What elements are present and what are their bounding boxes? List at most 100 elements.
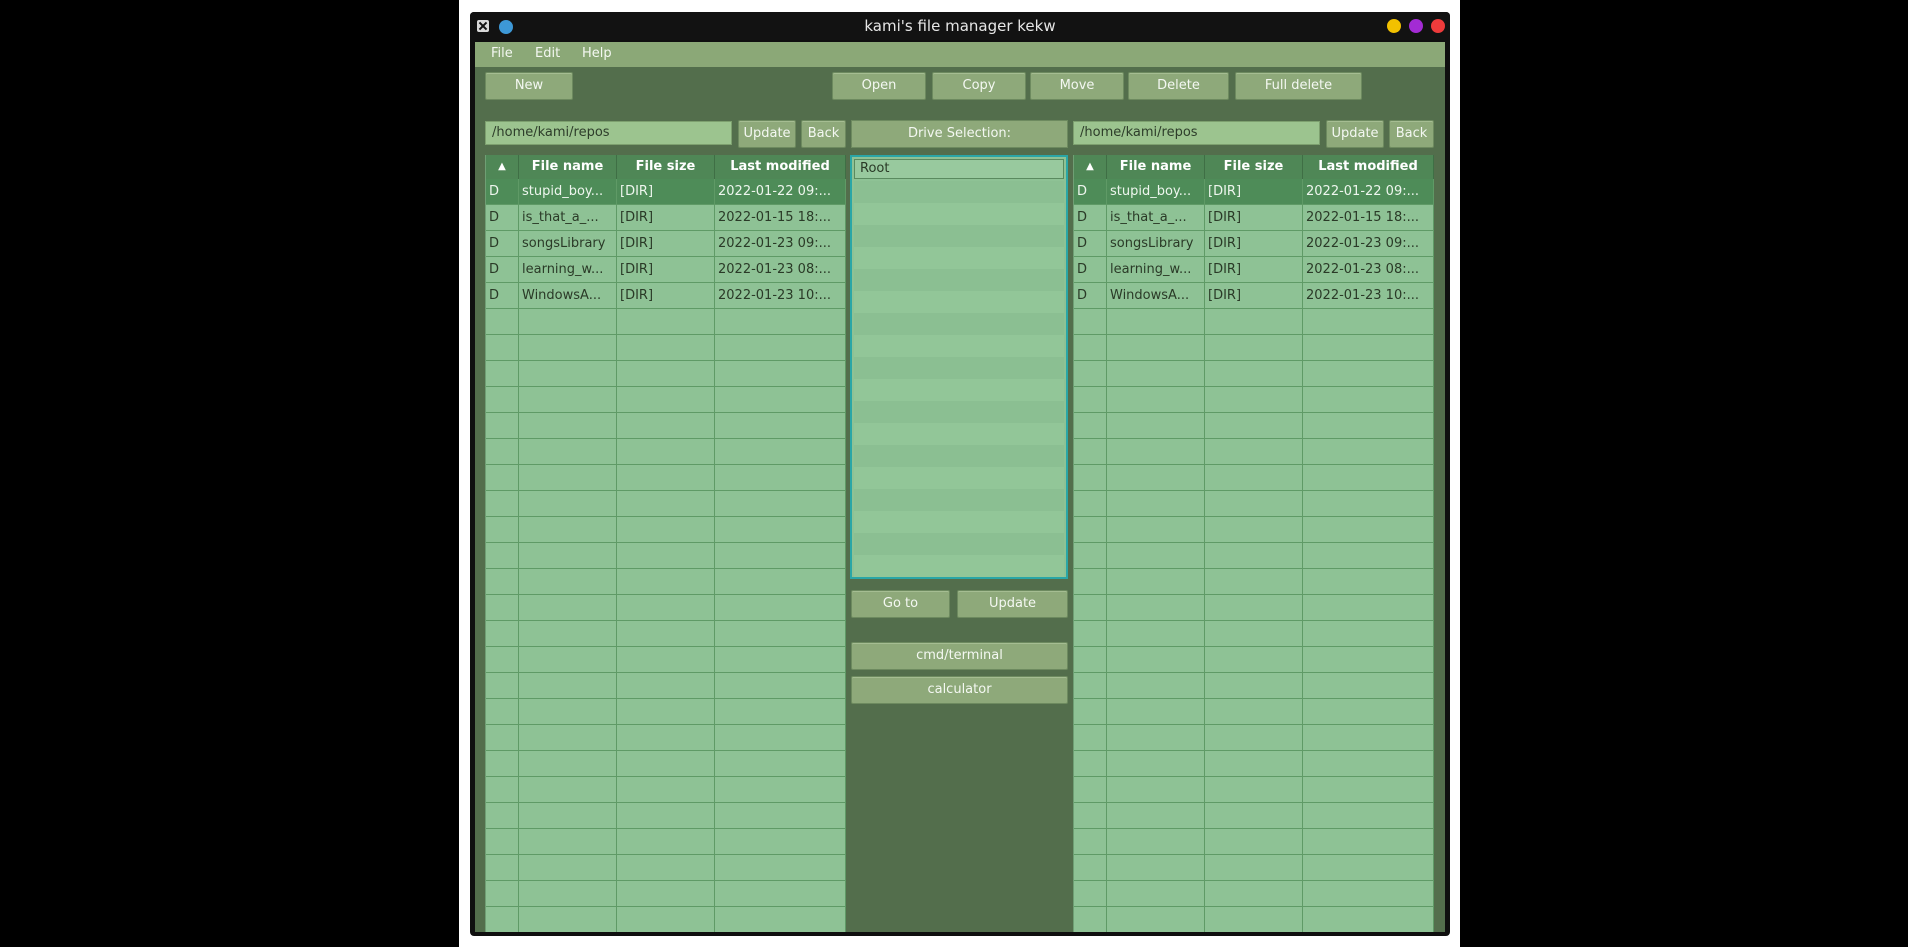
type-cell: D bbox=[1074, 179, 1107, 204]
name-cell bbox=[519, 439, 617, 464]
type-cell bbox=[1074, 595, 1107, 620]
modified-cell bbox=[1303, 387, 1434, 412]
type-cell: D bbox=[486, 179, 519, 204]
name-cell bbox=[1107, 387, 1205, 412]
size-cell bbox=[617, 517, 715, 542]
drive-list[interactable]: Root bbox=[850, 155, 1068, 579]
table-row[interactable]: Dstupid_boy... [DIR] 2022-01-22 09:... bbox=[1074, 179, 1434, 205]
type-cell bbox=[486, 465, 519, 490]
minimize-icon[interactable] bbox=[1387, 19, 1401, 33]
copy-button[interactable]: Copy bbox=[932, 72, 1026, 100]
empty-table-row bbox=[486, 751, 846, 777]
type-cell bbox=[486, 699, 519, 724]
table-row[interactable]: Dstupid_boy... [DIR] 2022-01-22 09:... bbox=[486, 179, 846, 205]
drive-list-empty-row bbox=[854, 445, 1064, 467]
modified-cell bbox=[1303, 647, 1434, 672]
sort-column-header[interactable]: ▲ bbox=[486, 155, 519, 179]
move-button[interactable]: Move bbox=[1030, 72, 1124, 100]
left-back-button[interactable]: Back bbox=[801, 120, 846, 148]
close-icon[interactable] bbox=[1431, 19, 1445, 33]
right-file-table: ▲ File name File size Last modified Dstu… bbox=[1073, 155, 1434, 932]
name-cell bbox=[1107, 881, 1205, 906]
right-path-input[interactable]: /home/kami/repos bbox=[1073, 121, 1320, 145]
empty-table-row bbox=[486, 361, 846, 387]
table-row[interactable]: Dlearning_w... [DIR] 2022-01-23 08:... bbox=[486, 257, 846, 283]
menu-help[interactable]: Help bbox=[582, 46, 612, 61]
modified-cell bbox=[715, 465, 846, 490]
right-back-button[interactable]: Back bbox=[1389, 120, 1434, 148]
name-cell bbox=[1107, 647, 1205, 672]
size-cell bbox=[617, 829, 715, 854]
size-cell bbox=[1205, 751, 1303, 776]
empty-table-row bbox=[486, 309, 846, 335]
table-row[interactable]: DsongsLibrary [DIR] 2022-01-23 09:... bbox=[1074, 231, 1434, 257]
menu-edit[interactable]: Edit bbox=[535, 46, 560, 61]
drive-update-button[interactable]: Update bbox=[957, 590, 1068, 618]
column-file-name[interactable]: File name bbox=[1107, 155, 1205, 179]
type-cell bbox=[486, 647, 519, 672]
goto-button[interactable]: Go to bbox=[851, 590, 950, 618]
drive-list-empty-row bbox=[854, 203, 1064, 225]
delete-button[interactable]: Delete bbox=[1128, 72, 1229, 100]
table-row[interactable]: DsongsLibrary [DIR] 2022-01-23 09:... bbox=[486, 231, 846, 257]
drive-item-root[interactable]: Root bbox=[854, 159, 1064, 179]
table-row[interactable]: D WindowsA... [DIR] 2022-01-23 10:... bbox=[486, 283, 846, 309]
modified-cell bbox=[715, 439, 846, 464]
open-button[interactable]: Open bbox=[832, 72, 926, 100]
left-update-button[interactable]: Update bbox=[738, 120, 796, 148]
size-cell bbox=[1205, 881, 1303, 906]
empty-table-row bbox=[1074, 517, 1434, 543]
table-row[interactable]: Dis_that_a_... [DIR] 2022-01-15 18:... bbox=[486, 205, 846, 231]
modified-cell bbox=[1303, 907, 1434, 932]
name-cell: is_that_a_... bbox=[519, 205, 617, 230]
column-file-size[interactable]: File size bbox=[617, 155, 715, 179]
drive-list-empty-row bbox=[854, 269, 1064, 291]
modified-cell: 2022-01-23 10:... bbox=[1303, 283, 1434, 308]
maximize-icon[interactable] bbox=[1409, 19, 1423, 33]
name-cell bbox=[1107, 361, 1205, 386]
modified-cell bbox=[715, 621, 846, 646]
table-row[interactable]: Dlearning_w... [DIR] 2022-01-23 08:... bbox=[1074, 257, 1434, 283]
size-cell: [DIR] bbox=[617, 179, 715, 204]
column-last-modified[interactable]: Last modified bbox=[1303, 155, 1434, 179]
modified-cell bbox=[715, 907, 846, 932]
size-cell bbox=[1205, 387, 1303, 412]
modified-cell bbox=[715, 725, 846, 750]
empty-table-row bbox=[1074, 621, 1434, 647]
modified-cell: 2022-01-23 09:... bbox=[715, 231, 846, 256]
new-button[interactable]: New bbox=[485, 72, 573, 100]
terminal-button[interactable]: cmd/terminal bbox=[851, 642, 1068, 670]
left-path-input[interactable]: /home/kami/repos bbox=[485, 121, 732, 145]
name-cell: songsLibrary bbox=[1107, 231, 1205, 256]
table-row[interactable]: D WindowsA... [DIR] 2022-01-23 10:... bbox=[1074, 283, 1434, 309]
size-cell bbox=[617, 699, 715, 724]
column-last-modified[interactable]: Last modified bbox=[715, 155, 846, 179]
modified-cell bbox=[715, 777, 846, 802]
menu-file[interactable]: File bbox=[491, 46, 513, 61]
empty-table-row bbox=[1074, 803, 1434, 829]
modified-cell bbox=[715, 699, 846, 724]
calculator-button[interactable]: calculator bbox=[851, 676, 1068, 704]
full-delete-button[interactable]: Full delete bbox=[1235, 72, 1362, 100]
type-cell bbox=[1074, 621, 1107, 646]
type-cell: D bbox=[486, 205, 519, 230]
empty-table-row bbox=[486, 621, 846, 647]
modified-cell: 2022-01-23 08:... bbox=[1303, 257, 1434, 282]
table-row[interactable]: Dis_that_a_... [DIR] 2022-01-15 18:... bbox=[1074, 205, 1434, 231]
column-file-size[interactable]: File size bbox=[1205, 155, 1303, 179]
empty-table-row bbox=[1074, 725, 1434, 751]
drive-selection-label: Drive Selection: bbox=[851, 120, 1068, 148]
modified-cell bbox=[1303, 361, 1434, 386]
type-cell: D bbox=[1074, 283, 1107, 308]
size-cell bbox=[617, 543, 715, 568]
name-cell: songsLibrary bbox=[519, 231, 617, 256]
right-update-button[interactable]: Update bbox=[1326, 120, 1384, 148]
column-file-name[interactable]: File name bbox=[519, 155, 617, 179]
sort-column-header[interactable]: ▲ bbox=[1074, 155, 1107, 179]
title-bar[interactable]: kami's file manager kekw bbox=[470, 12, 1450, 40]
type-cell bbox=[486, 777, 519, 802]
type-cell bbox=[486, 361, 519, 386]
empty-table-row bbox=[486, 777, 846, 803]
size-cell bbox=[1205, 439, 1303, 464]
name-cell bbox=[1107, 673, 1205, 698]
